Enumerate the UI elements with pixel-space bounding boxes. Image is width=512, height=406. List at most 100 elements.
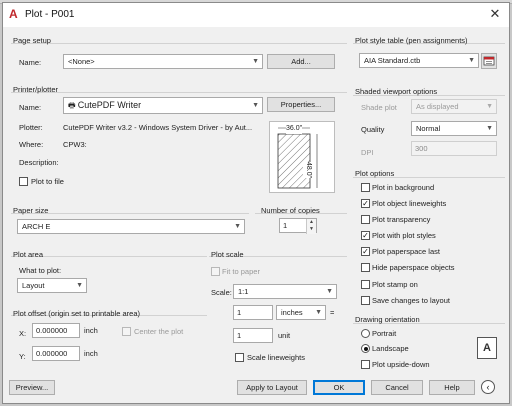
page-setup-group <box>11 43 347 44</box>
plot-transparency-label: Plot transparency <box>372 215 431 224</box>
printer-name-label: Name: <box>19 103 42 112</box>
edit-plot-style-button[interactable] <box>481 53 497 69</box>
plot-upside-down-checkbox[interactable] <box>361 360 370 369</box>
hide-paperspace-objects-checkbox[interactable] <box>361 263 370 272</box>
paper-preview: 36.0" 48.0" <box>269 121 335 193</box>
offset-x-unit: inch <box>84 326 98 335</box>
shaded-viewport-title: Shaded viewport options <box>355 87 438 96</box>
title-bar: A Plot - P001 ✕ <box>3 3 509 27</box>
shade-plot-select[interactable]: As displayed ▼ <box>411 99 497 114</box>
plot-style-edit-icon <box>483 56 495 66</box>
plot-upside-down-label: Plot upside-down <box>372 360 430 369</box>
scale-unit2-label: unit <box>278 331 291 340</box>
fit-to-paper-label: Fit to paper <box>222 267 260 276</box>
plot-dialog: A Plot - P001 ✕ Page setup Name: <None> … <box>2 2 510 404</box>
plot-stamp-on-checkbox[interactable] <box>361 280 370 289</box>
offset-y-unit: inch <box>84 349 98 358</box>
scale-unit-select[interactable]: inches ▼ <box>276 305 326 320</box>
chevron-down-icon: ▼ <box>234 223 241 230</box>
plot-to-file-checkbox[interactable] <box>19 177 28 186</box>
quality-select[interactable]: Normal ▼ <box>411 121 497 136</box>
scale-unit-value: inches <box>281 308 303 317</box>
copies-title: Number of copies <box>261 206 320 215</box>
page-setup-name-label: Name: <box>19 58 42 67</box>
dpi-input[interactable]: 300 <box>411 141 497 156</box>
portrait-radio[interactable] <box>361 329 370 338</box>
copies-spinner[interactable]: 1 ▲ ▼ <box>279 218 317 234</box>
plot-scale-title: Plot scale <box>211 250 244 259</box>
scale-equals: = <box>330 308 335 317</box>
scale-lineweights-checkbox[interactable] <box>235 353 244 362</box>
plot-transparency-checkbox[interactable] <box>361 215 370 224</box>
center-plot-checkbox[interactable] <box>122 327 131 336</box>
what-to-plot-label: What to plot: <box>19 266 62 275</box>
paper-width-label: 36.0" <box>286 124 303 134</box>
plot-area-title: Plot area <box>13 250 44 259</box>
plot-paperspace-last-label: Plot paperspace last <box>372 247 440 256</box>
chevron-down-icon: ▼ <box>315 309 322 316</box>
plot-in-background-label: Plot in background <box>372 183 435 192</box>
chevron-down-icon: ▼ <box>76 282 83 289</box>
spinner-arrows-icon[interactable]: ▲ ▼ <box>306 219 316 234</box>
printer-name-value: CutePDF Writer <box>77 100 142 110</box>
scale-value2-input[interactable]: 1 <box>233 328 273 343</box>
close-icon[interactable]: ✕ <box>487 6 503 22</box>
printer-properties-button[interactable]: Properties... <box>267 97 335 112</box>
plot-offset-title: Plot offset (origin set to printable are… <box>13 309 141 318</box>
where-value: CPW3: <box>63 140 87 149</box>
page-setup-name-value: <None> <box>68 57 95 66</box>
scale-label: Scale: <box>211 288 232 297</box>
scale-lineweights-label: Scale lineweights <box>247 353 305 362</box>
portrait-label: Portrait <box>372 329 397 338</box>
orientation-icon-letter: A <box>483 342 491 354</box>
help-button[interactable]: Help <box>429 380 475 395</box>
chevron-down-icon: ▼ <box>252 58 259 65</box>
where-label: Where: <box>19 140 44 149</box>
plot-style-select[interactable]: AIA Standard.ctb ▼ <box>359 53 479 68</box>
chevron-down-icon: ▼ <box>252 102 259 109</box>
plot-paperspace-last-checkbox[interactable]: ✓ <box>361 247 370 256</box>
collapse-options-icon[interactable]: ‹ <box>481 380 495 394</box>
plotter-value: CutePDF Writer v3.2 - Windows System Dri… <box>63 123 253 132</box>
add-page-setup-button[interactable]: Add... <box>267 54 335 69</box>
shade-plot-label: Shade plot <box>361 103 397 112</box>
shade-plot-value: As displayed <box>416 102 459 111</box>
landscape-radio[interactable] <box>361 344 370 353</box>
plot-in-background-checkbox[interactable] <box>361 183 370 192</box>
page-setup-title: Page setup <box>13 36 51 45</box>
plot-object-lineweights-checkbox[interactable]: ✓ <box>361 199 370 208</box>
autocad-app-icon: A <box>9 7 18 21</box>
printer-group <box>11 92 347 93</box>
ok-button[interactable]: OK <box>313 380 365 395</box>
paper-height-label: 48.0" <box>303 162 313 179</box>
scale-value1-input[interactable]: 1 <box>233 305 273 320</box>
fit-to-paper-checkbox[interactable] <box>211 267 220 276</box>
plot-with-plot-styles-checkbox[interactable]: ✓ <box>361 231 370 240</box>
page-setup-name-select[interactable]: <None> ▼ <box>63 54 263 69</box>
offset-x-input[interactable]: 0.000000 <box>32 323 80 338</box>
landscape-label: Landscape <box>372 344 409 353</box>
scale-select[interactable]: 1:1 ▼ <box>233 284 337 299</box>
landscape-orientation-icon: A <box>477 337 497 359</box>
offset-y-input[interactable]: 0.000000 <box>32 346 80 361</box>
drawing-orientation-title: Drawing orientation <box>355 315 420 324</box>
cancel-button[interactable]: Cancel <box>371 380 423 395</box>
save-changes-to-layout-checkbox[interactable] <box>361 296 370 305</box>
plot-with-plot-styles-label: Plot with plot styles <box>372 231 436 240</box>
offset-x-label: X: <box>19 329 27 338</box>
chevron-down-icon: ▼ <box>326 288 333 295</box>
window-title: Plot - P001 <box>25 9 75 20</box>
paper-preview-drawing <box>277 127 318 189</box>
plot-style-title: Plot style table (pen assignments) <box>355 36 468 45</box>
quality-label: Quality <box>361 125 385 134</box>
hide-paperspace-objects-label: Hide paperspace objects <box>372 263 455 272</box>
paper-size-select[interactable]: ARCH E ▼ <box>17 219 245 234</box>
apply-to-layout-button[interactable]: Apply to Layout <box>237 380 307 395</box>
preview-button[interactable]: Preview... <box>9 380 55 395</box>
printer-name-select[interactable]: 🖶 CutePDF Writer ▼ <box>63 97 263 114</box>
what-to-plot-select[interactable]: Layout ▼ <box>17 278 87 293</box>
dpi-label: DPI <box>361 148 374 157</box>
plot-to-file-label: Plot to file <box>31 177 64 186</box>
chevron-down-icon: ▼ <box>468 57 475 64</box>
offset-y-label: Y: <box>19 352 26 361</box>
